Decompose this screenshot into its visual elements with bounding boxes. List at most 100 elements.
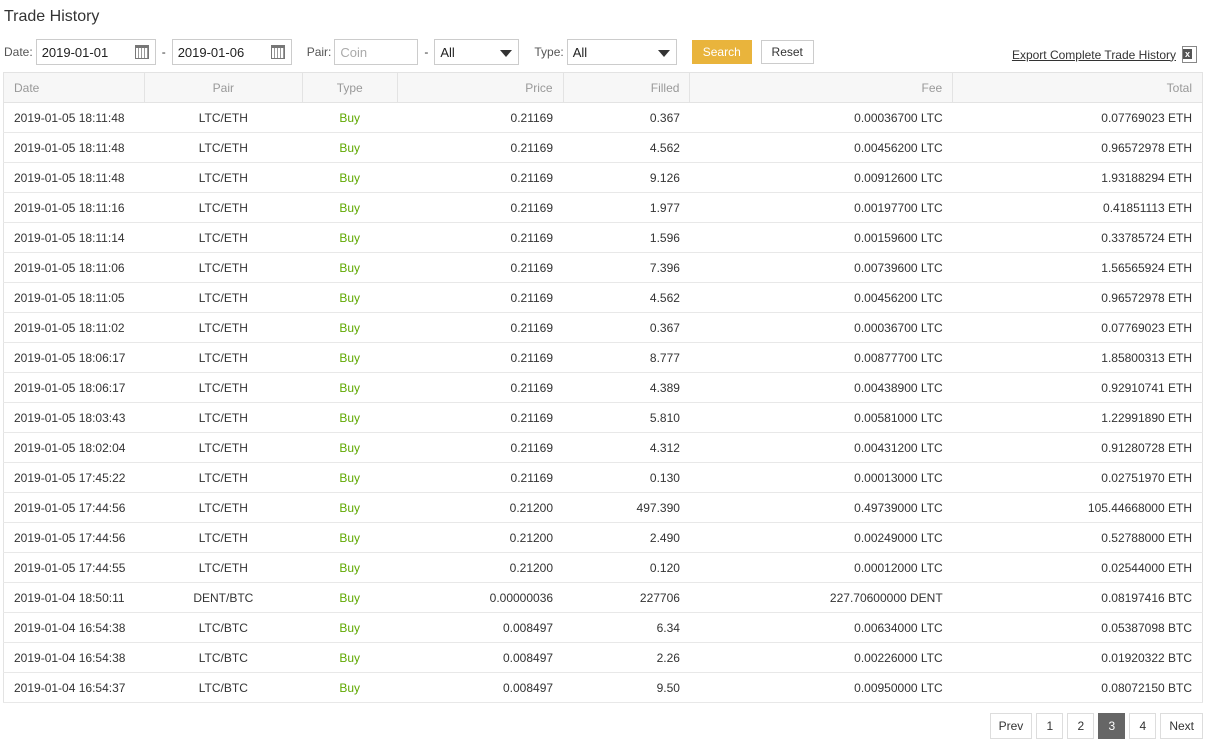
cell-price: 0.21169 xyxy=(397,462,564,493)
pair-quote-select[interactable]: All xyxy=(434,39,520,65)
cell-filled: 4.562 xyxy=(563,282,690,313)
type-label: Type: xyxy=(534,45,564,59)
coin-input[interactable]: Coin xyxy=(334,39,419,65)
export-label: Export Complete Trade History xyxy=(1011,47,1176,62)
cell-total: 0.08197416 BTC xyxy=(952,582,1203,613)
date-from-value: 2019-01-01 xyxy=(41,44,109,60)
cell-date: 2019-01-05 18:11:05 xyxy=(3,282,145,313)
cell-type: Buy xyxy=(302,582,398,613)
cell-fee: 0.00456200 LTC xyxy=(689,282,953,313)
table-header: Date Pair Type Price Filled Fee Total xyxy=(3,72,1203,103)
cell-pair: LTC/ETH xyxy=(144,372,303,403)
cell-date: 2019-01-05 17:44:56 xyxy=(3,492,145,523)
cell-type: Buy xyxy=(302,492,398,523)
export-link[interactable]: Export Complete Trade History xyxy=(1012,46,1197,63)
cell-filled: 8.777 xyxy=(563,342,690,373)
cell-total: 0.41851113 ETH xyxy=(952,192,1203,223)
page-2-button[interactable]: 2 xyxy=(1067,713,1095,739)
cell-type: Buy xyxy=(302,342,398,373)
cell-total: 0.02751970 ETH xyxy=(952,462,1203,493)
table-row: 2019-01-04 18:50:11 DENT/BTC Buy 0.00000036… xyxy=(3,582,1203,613)
column-header-total: Total xyxy=(952,72,1203,103)
cell-filled: 6.34 xyxy=(563,612,690,643)
cell-type: Buy xyxy=(302,282,398,313)
cell-total: 1.22991890 ETH xyxy=(952,402,1203,433)
cell-fee: 0.00012000 LTC xyxy=(689,552,953,583)
date-separator: - xyxy=(161,45,166,59)
type-select[interactable]: All xyxy=(566,39,677,65)
cell-filled: 0.130 xyxy=(563,462,690,493)
date-label: Date: xyxy=(4,45,33,59)
cell-total: 0.02544000 ETH xyxy=(952,552,1203,583)
page-1-button[interactable]: 1 xyxy=(1036,713,1064,739)
date-to-value: 2019-01-06 xyxy=(177,44,245,60)
cell-pair: LTC/BTC xyxy=(144,672,303,703)
cell-filled: 4.389 xyxy=(563,372,690,403)
cell-price: 0.21169 xyxy=(397,132,564,163)
cell-filled: 4.562 xyxy=(563,132,690,163)
chevron-down-icon xyxy=(500,50,513,57)
cell-filled: 9.126 xyxy=(563,162,690,193)
cell-type: Buy xyxy=(302,402,398,433)
date-to-input[interactable]: 2019-01-06 xyxy=(171,39,292,65)
cell-date: 2019-01-04 16:54:38 xyxy=(3,642,145,673)
cell-price: 0.21169 xyxy=(397,342,564,373)
cell-pair: LTC/ETH xyxy=(144,462,303,493)
cell-fee: 0.00249000 LTC xyxy=(689,522,953,553)
prev-button[interactable]: Prev xyxy=(989,713,1033,739)
cell-pair: LTC/ETH xyxy=(144,522,303,553)
search-button[interactable]: Search xyxy=(691,40,752,64)
next-button[interactable]: Next xyxy=(1160,713,1203,739)
cell-fee: 0.00431200 LTC xyxy=(689,432,953,463)
page-4-button[interactable]: 4 xyxy=(1129,713,1157,739)
cell-filled: 4.312 xyxy=(563,432,690,463)
table-row: 2019-01-05 18:11:02 LTC/ETH Buy 0.21169 0.36… xyxy=(3,312,1203,343)
table-row: 2019-01-04 16:54:37 LTC/BTC Buy 0.008497 9.5… xyxy=(3,672,1203,703)
table-row: 2019-01-05 18:06:17 LTC/ETH Buy 0.21169 4.38… xyxy=(3,372,1203,403)
cell-date: 2019-01-05 18:06:17 xyxy=(3,342,145,373)
date-from-input[interactable]: 2019-01-01 xyxy=(35,39,156,65)
cell-filled: 7.396 xyxy=(563,252,690,283)
cell-price: 0.21169 xyxy=(397,312,564,343)
cell-total: 0.33785724 ETH xyxy=(952,222,1203,253)
cell-type: Buy xyxy=(302,462,398,493)
cell-total: 1.56565924 ETH xyxy=(952,252,1203,283)
cell-total: 105.44668000 ETH xyxy=(952,492,1203,523)
cell-pair: LTC/ETH xyxy=(144,222,303,253)
table-row: 2019-01-05 18:11:48 LTC/ETH Buy 0.21169 4.56… xyxy=(3,132,1203,163)
column-header-price: Price xyxy=(397,72,564,103)
reset-button[interactable]: Reset xyxy=(760,40,814,64)
pagination: Prev 1 2 3 4 Next xyxy=(989,713,1203,739)
cell-date: 2019-01-05 18:11:16 xyxy=(3,192,145,223)
cell-price: 0.21169 xyxy=(397,372,564,403)
calendar-icon[interactable] xyxy=(270,45,285,59)
table-row: 2019-01-05 18:02:04 LTC/ETH Buy 0.21169 4.31… xyxy=(3,432,1203,463)
cell-filled: 1.977 xyxy=(563,192,690,223)
table-row: 2019-01-05 18:06:17 LTC/ETH Buy 0.21169 8.77… xyxy=(3,342,1203,373)
cell-fee: 0.00036700 LTC xyxy=(689,312,953,343)
cell-type: Buy xyxy=(302,612,398,643)
table-row: 2019-01-05 17:44:56 LTC/ETH Buy 0.21200 2.49… xyxy=(3,522,1203,553)
pair-quote-value: All xyxy=(440,44,455,60)
column-header-type: Type xyxy=(302,72,398,103)
cell-fee: 0.00634000 LTC xyxy=(689,612,953,643)
cell-type: Buy xyxy=(302,432,398,463)
cell-pair: LTC/BTC xyxy=(144,642,303,673)
calendar-icon[interactable] xyxy=(134,45,149,59)
cell-price: 0.21200 xyxy=(397,492,564,523)
page-title: Trade History xyxy=(4,8,100,25)
cell-price: 0.21169 xyxy=(397,102,564,133)
cell-date: 2019-01-04 18:50:11 xyxy=(3,582,145,613)
cell-date: 2019-01-05 18:03:43 xyxy=(3,402,145,433)
page-3-button[interactable]: 3 xyxy=(1098,713,1126,739)
cell-fee: 0.00159600 LTC xyxy=(689,222,953,253)
cell-filled: 227706 xyxy=(563,582,690,613)
table-row: 2019-01-05 17:45:22 LTC/ETH Buy 0.21169 0.13… xyxy=(3,462,1203,493)
cell-price: 0.21169 xyxy=(397,432,564,463)
cell-fee: 0.00036700 LTC xyxy=(689,102,953,133)
cell-date: 2019-01-05 18:11:02 xyxy=(3,312,145,343)
cell-price: 0.008497 xyxy=(397,672,564,703)
pair-separator: - xyxy=(424,45,429,59)
pair-label: Pair: xyxy=(306,45,332,59)
table-row: 2019-01-05 17:44:56 LTC/ETH Buy 0.21200 497.… xyxy=(3,492,1203,523)
